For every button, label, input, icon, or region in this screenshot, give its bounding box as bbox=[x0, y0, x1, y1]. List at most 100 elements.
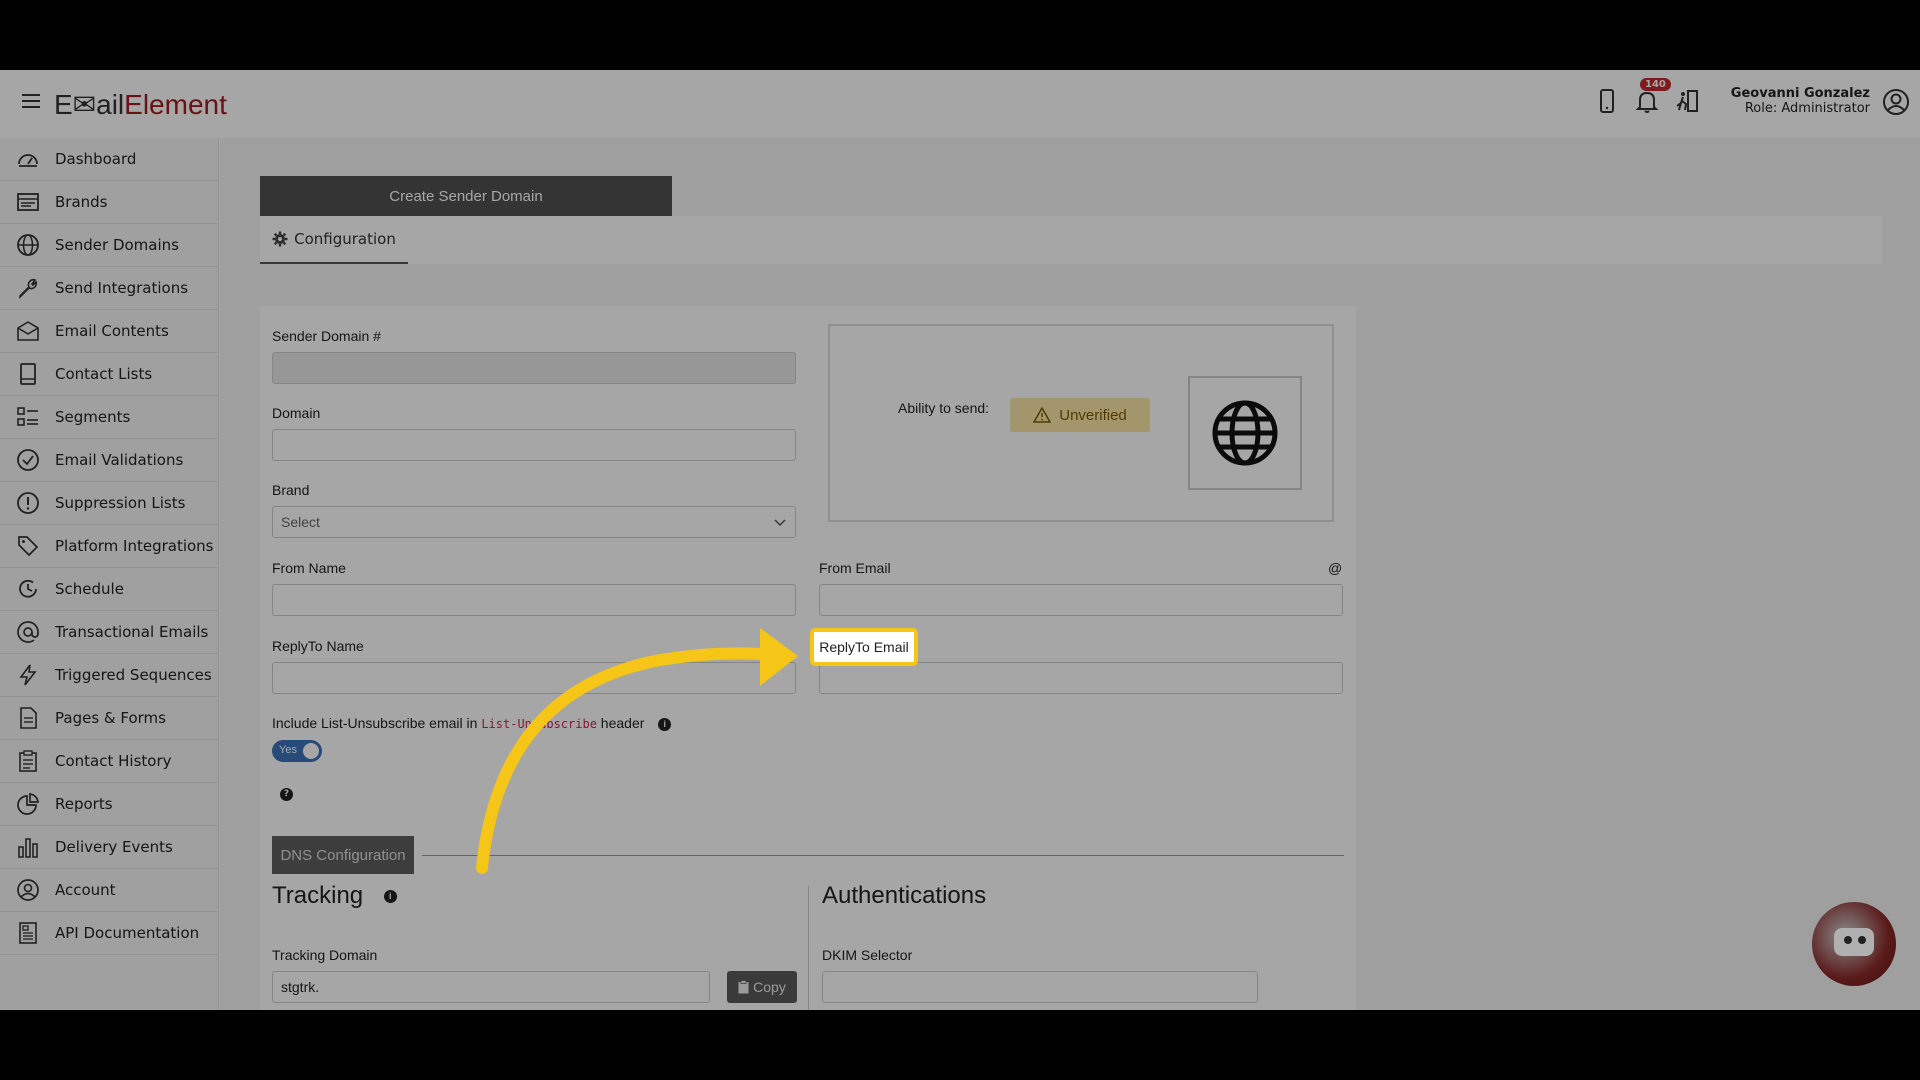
sidebar-item-platform-integrations[interactable]: Platform Integrations bbox=[0, 525, 218, 568]
sidebar-item-contact-history[interactable]: Contact History bbox=[0, 740, 218, 783]
copy-button-label: Copy bbox=[753, 979, 786, 995]
tracking-domain-label: Tracking Domain bbox=[272, 947, 378, 963]
brand-select[interactable]: Select bbox=[272, 506, 796, 538]
config-tab-bar: Configuration bbox=[260, 216, 1882, 264]
wrench-icon bbox=[19, 278, 38, 299]
hamburger-menu-icon[interactable] bbox=[22, 94, 40, 110]
sidebar-item-email-contents[interactable]: Email Contents bbox=[0, 310, 218, 353]
domain-field[interactable] bbox=[272, 429, 796, 461]
list-unsubscribe-toggle[interactable]: Yes bbox=[272, 740, 322, 762]
check-circle-icon bbox=[17, 449, 39, 471]
help-icon[interactable]: ? bbox=[280, 788, 293, 801]
sidebar-item-brands[interactable]: Brands bbox=[0, 181, 218, 224]
sidebar-item-label: Schedule bbox=[55, 580, 124, 598]
gear-icon bbox=[272, 231, 288, 247]
sidebar-item-account[interactable]: Account bbox=[0, 869, 218, 912]
sidebar: Dashboard Brands Sender Domains Send Int… bbox=[0, 138, 219, 1010]
sidebar-item-triggered-sequences[interactable]: Triggered Sequences bbox=[0, 654, 218, 697]
sidebar-item-label: Suppression Lists bbox=[55, 494, 186, 512]
sidebar-item-label: Contact Lists bbox=[55, 365, 153, 383]
dkim-selector-field[interactable] bbox=[822, 971, 1258, 1003]
ability-to-send-label: Ability to send: bbox=[898, 400, 990, 416]
letterbox-top bbox=[0, 0, 1920, 70]
exit-running-icon[interactable] bbox=[1674, 88, 1700, 114]
vertical-divider bbox=[808, 886, 809, 1010]
sidebar-item-label: API Documentation bbox=[55, 924, 200, 942]
at-sign: @ bbox=[1328, 560, 1343, 576]
chatbot-eye-left bbox=[1844, 936, 1852, 944]
brand-label: Brand bbox=[272, 482, 310, 498]
lightning-icon bbox=[19, 664, 37, 686]
tracking-heading: Tracking i bbox=[272, 882, 397, 910]
user-role: Role: Administrator bbox=[1744, 101, 1870, 116]
replyto-email-field[interactable] bbox=[819, 662, 1343, 694]
unsub-text-before: Include List-Unsubscribe email in bbox=[272, 715, 482, 731]
sidebar-item-api-documentation[interactable]: API Documentation bbox=[0, 912, 218, 955]
logo-text-part1: E✉ail bbox=[54, 89, 125, 120]
tab-create-sender-domain[interactable]: Create Sender Domain bbox=[260, 176, 672, 216]
globe-icon bbox=[1212, 400, 1278, 466]
logo-text-part2: Element bbox=[124, 89, 227, 120]
sidebar-item-email-validations[interactable]: Email Validations bbox=[0, 439, 218, 482]
sidebar-item-schedule[interactable]: Schedule bbox=[0, 568, 218, 611]
chatbot-face bbox=[1834, 928, 1874, 956]
sidebar-item-label: Brands bbox=[55, 193, 108, 211]
sender-domain-number-label: Sender Domain # bbox=[272, 328, 381, 344]
sidebar-item-delivery-events[interactable]: Delivery Events bbox=[0, 826, 218, 869]
sidebar-item-transactional-emails[interactable]: Transactional Emails bbox=[0, 611, 218, 654]
logo[interactable]: E✉ailElement bbox=[54, 88, 227, 121]
book-icon bbox=[20, 363, 36, 385]
sidebar-item-pages-forms[interactable]: Pages & Forms bbox=[0, 697, 218, 740]
envelope-icon bbox=[17, 321, 39, 341]
sending-status-panel: Ability to send: Unverified bbox=[828, 324, 1334, 522]
chatbot-launcher[interactable] bbox=[1812, 902, 1896, 986]
copy-button[interactable]: Copy bbox=[727, 971, 797, 1003]
sidebar-item-label: Delivery Events bbox=[55, 838, 173, 856]
sidebar-item-label: Platform Integrations bbox=[55, 537, 214, 555]
clipboard-icon bbox=[738, 980, 749, 994]
replyto-name-label: ReplyTo Name bbox=[272, 638, 364, 654]
sidebar-item-suppression-lists[interactable]: Suppression Lists bbox=[0, 482, 218, 525]
tab-configuration-label: Configuration bbox=[294, 230, 396, 248]
mobile-phone-icon[interactable] bbox=[1594, 88, 1620, 114]
from-name-label: From Name bbox=[272, 560, 346, 576]
configuration-form: Sender Domain # Domain Brand Select Abil… bbox=[260, 306, 1356, 1010]
sidebar-item-reports[interactable]: Reports bbox=[0, 783, 218, 826]
sidebar-item-label: Email Contents bbox=[55, 322, 169, 340]
tracking-domain-field[interactable]: stgtrk. bbox=[272, 971, 710, 1003]
avatar-icon[interactable] bbox=[1882, 88, 1910, 116]
from-email-label: From Email bbox=[819, 560, 891, 576]
sender-domain-number-field[interactable] bbox=[272, 352, 796, 384]
tracking-info-icon[interactable]: i bbox=[383, 890, 397, 904]
user-info[interactable]: Geovanni Gonzalez Role: Administrator bbox=[1731, 86, 1870, 116]
sidebar-item-label: Sender Domains bbox=[55, 236, 179, 254]
dns-configuration-button[interactable]: DNS Configuration bbox=[272, 836, 414, 874]
sidebar-item-send-integrations[interactable]: Send Integrations bbox=[0, 267, 218, 310]
exclamation-circle-icon bbox=[17, 492, 39, 514]
sidebar-item-segments[interactable]: Segments bbox=[0, 396, 218, 439]
user-name: Geovanni Gonzalez bbox=[1730, 86, 1870, 101]
sidebar-item-sender-domains[interactable]: Sender Domains bbox=[0, 224, 218, 267]
replyto-email-label: ReplyTo Email bbox=[810, 628, 918, 666]
sidebar-item-label: Segments bbox=[55, 408, 131, 426]
segments-icon bbox=[17, 407, 38, 426]
tab-configuration[interactable]: Configuration bbox=[260, 216, 408, 264]
app-window: E✉ailElement 140 Geovanni Gonzalez Role:… bbox=[0, 70, 1920, 1010]
warning-icon bbox=[1033, 407, 1052, 423]
from-email-field[interactable] bbox=[819, 584, 1343, 616]
sidebar-item-label: Pages & Forms bbox=[55, 709, 166, 727]
page-icon bbox=[20, 707, 37, 729]
clock-icon bbox=[19, 579, 37, 598]
chatbot-eye-right bbox=[1858, 936, 1866, 944]
pie-chart-icon bbox=[17, 793, 39, 815]
notification-badge: 140 bbox=[1640, 78, 1671, 91]
domain-label: Domain bbox=[272, 405, 321, 421]
bell-icon[interactable]: 140 bbox=[1634, 78, 1671, 114]
at-icon bbox=[17, 621, 39, 643]
globe-icon bbox=[17, 234, 39, 256]
sidebar-item-contact-lists[interactable]: Contact Lists bbox=[0, 353, 218, 396]
tracking-title: Tracking bbox=[272, 882, 364, 909]
tag-icon bbox=[18, 536, 39, 557]
sidebar-item-dashboard[interactable]: Dashboard bbox=[0, 138, 218, 181]
clipboard-icon bbox=[19, 750, 37, 772]
